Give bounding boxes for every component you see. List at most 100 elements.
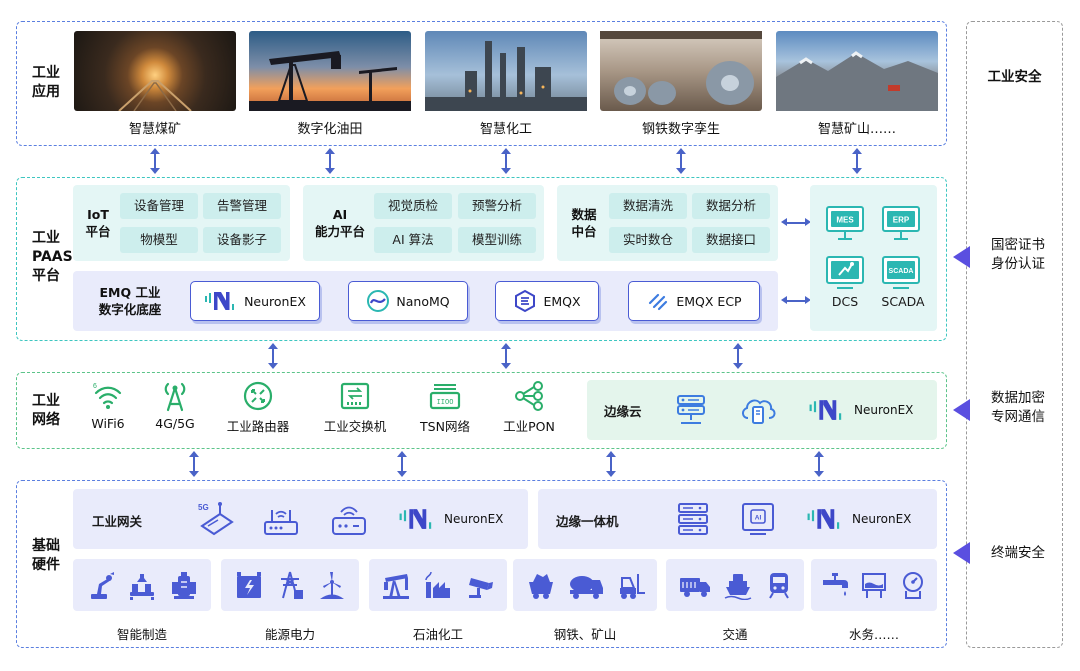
water-tap-icon <box>823 573 848 596</box>
edge-cloud-label: 边缘云 <box>604 404 642 419</box>
link-arrow <box>268 343 278 369</box>
link-arrow <box>150 148 160 174</box>
emqx-ecp-product-card[interactable]: EMQX ECP <box>628 281 760 321</box>
gateway-label: 工业网关 <box>92 514 143 529</box>
antenna-icon <box>164 382 186 412</box>
neuronex-name: NeuronEX <box>852 512 912 526</box>
energy-power-group <box>221 559 359 611</box>
neuronex-name: NeuronEX <box>854 403 914 417</box>
assembly-line-icon <box>130 574 154 600</box>
emqx-ecp-product-name: EMQX ECP <box>676 293 742 309</box>
nanomq-product-card[interactable]: NanoMQ <box>348 281 468 321</box>
erp-badge: ERP <box>893 216 910 225</box>
switch-label: 工业交换机 <box>323 419 387 434</box>
data-chip: 数据接口 <box>692 227 770 253</box>
mining-cart-icon <box>528 574 553 599</box>
hw-caption: 智能制造 <box>116 627 167 642</box>
iot-chip: 设备管理 <box>120 193 198 219</box>
security-item-endpoint: 终端安全 <box>991 545 1045 561</box>
5g-gateway-icon: 5G <box>196 500 236 542</box>
cement-truck-icon <box>570 576 603 599</box>
security-arrow-icon <box>953 399 970 421</box>
switch-icon <box>340 382 370 410</box>
edge-box-label: 边缘一体机 <box>556 514 619 529</box>
neuronex-logo-icon <box>399 509 432 529</box>
router-item: 工业路由器 <box>213 380 303 435</box>
hw-caption: 钢铁、矿山 <box>553 627 617 642</box>
app-layer-label: 工业 应用 <box>32 65 60 100</box>
tsn-item: IIOO TSN网络 <box>400 380 490 435</box>
dcs-label: DCS <box>831 294 859 309</box>
link-arrow <box>676 148 686 174</box>
hw-caption: 水务…… <box>848 627 899 642</box>
forklift-icon <box>619 574 645 599</box>
router-icon <box>243 381 273 411</box>
neuronex-logo-icon <box>809 400 842 420</box>
edge-box-neuronex[interactable]: NeuronEX <box>804 507 911 531</box>
ship-icon <box>724 574 752 600</box>
app-caption-chemical: 智慧化工 <box>479 122 532 137</box>
water-group <box>811 559 937 611</box>
ai-chip: 视觉质检 <box>374 193 452 219</box>
mes-icon: MES <box>826 206 864 246</box>
server-icon <box>675 393 707 431</box>
power-cabinet-icon <box>236 572 261 598</box>
hardware-layer-label: 基础 硬件 <box>32 538 60 573</box>
emqx-product-card[interactable]: EMQX <box>495 281 599 321</box>
petrochemical-group <box>369 559 507 611</box>
link-arrow <box>781 219 811 225</box>
oilfield-photo <box>249 31 411 111</box>
tsn-icon: IIOO <box>429 384 461 410</box>
link-arrow <box>501 148 511 174</box>
neuronex-product-card[interactable]: NeuronEX <box>190 281 320 321</box>
pon-item: 工业PON <box>484 380 574 435</box>
app-caption-steel: 钢铁数字孪生 <box>641 122 720 137</box>
app-caption-mine: 智慧矿山…… <box>817 122 896 137</box>
steel-mining-group <box>513 559 657 611</box>
router-label: 工业路由器 <box>226 419 290 434</box>
wifi6-label: WiFi6 <box>91 416 125 431</box>
link-arrow <box>814 451 824 477</box>
neuronex-product-name: NeuronEX <box>244 293 306 309</box>
mountain-mine-photo <box>776 31 938 111</box>
paas-layer-label: 工业 PAAS 平台 <box>32 230 73 284</box>
robot-arm-icon <box>90 572 114 599</box>
truck-icon <box>679 578 710 597</box>
emqx-logo-icon <box>515 289 536 313</box>
svg-text:IIOO: IIOO <box>437 399 454 407</box>
neuronex-logo-icon <box>807 509 840 529</box>
link-arrow <box>397 451 407 477</box>
chemical-plant-photo <box>425 31 587 111</box>
dcs-icon <box>826 256 864 294</box>
switch-item: 工业交换机 <box>310 380 400 435</box>
security-arrow-icon <box>953 246 970 268</box>
security-item-cert: 国密证书 身份认证 <box>991 237 1045 272</box>
transport-group <box>666 559 804 611</box>
edge-cloud-neuronex[interactable]: NeuronEX <box>806 398 913 422</box>
scada-label: SCADA <box>881 294 925 309</box>
data-chip: 数据清洗 <box>609 193 687 219</box>
water-meter-icon <box>903 572 923 599</box>
train-icon <box>768 573 789 599</box>
network-layer-label: 工业 网络 <box>32 393 60 428</box>
link-arrow <box>606 451 616 477</box>
link-arrow <box>733 343 743 369</box>
link-arrow <box>852 148 862 174</box>
hw-caption: 石油化工 <box>412 627 463 642</box>
coal-mine-photo <box>74 31 236 112</box>
ai-badge: AI <box>755 515 762 522</box>
pumpjack-icon <box>383 574 409 599</box>
cellular-label: 4G/5G <box>155 416 195 431</box>
data-chip: 实时数仓 <box>609 227 687 253</box>
steel-plant-photo <box>600 31 762 111</box>
power-tower-icon <box>281 571 303 599</box>
neuronex-name: NeuronEX <box>444 512 504 526</box>
hw-caption: 交通 <box>722 627 748 642</box>
gateway-neuronex[interactable]: NeuronEX <box>396 507 503 531</box>
wind-turbine-icon <box>319 572 344 599</box>
nanomq-logo-icon <box>367 290 390 312</box>
app-caption-oilfield: 数字化油田 <box>297 122 363 137</box>
security-arrow-icon <box>953 542 970 564</box>
nanomq-product-name: NanoMQ <box>396 293 450 309</box>
wifi-router-icon <box>262 500 300 542</box>
